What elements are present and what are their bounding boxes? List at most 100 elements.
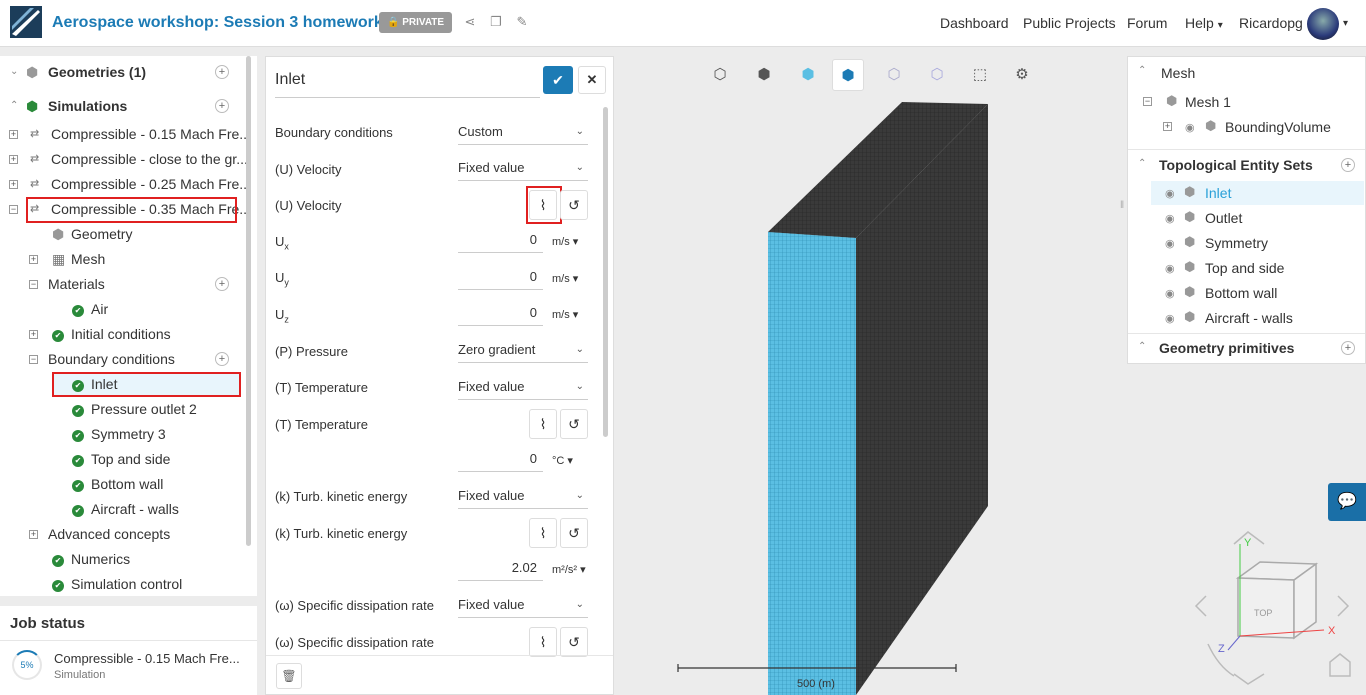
tree-boundary-conditions[interactable]: Boundary conditions <box>48 348 175 370</box>
tree-bc-top-side[interactable]: Top and side <box>91 448 170 470</box>
wireframe-solid-icon[interactable]: ⬢ <box>832 59 864 91</box>
uy-input[interactable]: 0 <box>458 264 543 290</box>
form-scrollbar[interactable] <box>603 107 608 437</box>
omega-type-select[interactable]: Fixed value ⌄ <box>458 592 588 618</box>
entity-set-symmetry[interactable]: Symmetry <box>1205 235 1268 251</box>
uy-unit[interactable]: m/s ▾ <box>552 272 578 285</box>
tree-simulation-control[interactable]: Simulation control <box>71 573 182 595</box>
tree-sim-3[interactable]: Compressible - 0.25 Mach Fre... <box>51 173 251 195</box>
eye-icon[interactable]: ◉ <box>1185 121 1195 134</box>
add-entity-set-button[interactable]: + <box>1341 158 1355 172</box>
bc-name-input[interactable]: Inlet <box>275 71 305 89</box>
box-select-icon[interactable]: ⬚ <box>964 59 996 91</box>
expand-icon[interactable]: + <box>9 130 18 139</box>
expand-icon[interactable]: + <box>1163 122 1172 131</box>
geometry-primitives-title[interactable]: Geometry primitives <box>1159 340 1294 356</box>
tree-simulations[interactable]: Simulations <box>48 95 127 117</box>
delete-icon[interactable]: 🗑 <box>276 663 302 689</box>
reset-icon[interactable]: ↺ <box>560 190 588 220</box>
share-icon[interactable]: ⋖ <box>462 14 478 30</box>
add-simulation-button[interactable]: + <box>215 99 229 113</box>
tree-bc-aircraft-walls[interactable]: Aircraft - walls <box>91 498 179 520</box>
tree-mesh[interactable]: Mesh <box>71 248 105 270</box>
table-input-icon[interactable]: ⌇ <box>529 409 557 439</box>
temperature-type-select[interactable]: Fixed value ⌄ <box>458 374 588 400</box>
outline-view-icon[interactable]: ⬡ <box>921 59 953 91</box>
eye-icon[interactable]: ◉ <box>1165 312 1175 325</box>
reset-icon[interactable]: ↺ <box>560 409 588 439</box>
entity-set-bottom-wall[interactable]: Bottom wall <box>1205 285 1277 301</box>
chevron-up-icon[interactable]: ⌃ <box>1138 158 1146 169</box>
collapse-icon[interactable]: − <box>9 205 18 214</box>
expand-icon[interactable]: + <box>9 180 18 189</box>
nav-help[interactable]: Help ▾ <box>1185 15 1223 31</box>
tree-scrollbar[interactable] <box>246 56 251 546</box>
uz-input[interactable]: 0 <box>458 300 543 326</box>
table-input-icon[interactable]: ⌇ <box>529 627 557 657</box>
tree-air[interactable]: Air <box>91 298 108 320</box>
inlet-face[interactable] <box>768 232 856 695</box>
tree-sim-1[interactable]: Compressible - 0.15 Mach Fre... <box>51 123 251 145</box>
scene-bounding-volume[interactable]: BoundingVolume <box>1225 119 1331 135</box>
entity-set-aircraft-walls[interactable]: Aircraft - walls <box>1205 310 1293 326</box>
confirm-button[interactable]: ✔ <box>543 66 573 94</box>
scene-mesh-title[interactable]: Mesh <box>1161 65 1195 81</box>
orientation-cube[interactable]: TOP Y X Z <box>1188 526 1358 686</box>
tree-initial-conditions[interactable]: Initial conditions <box>71 323 171 345</box>
tree-bc-pressure-outlet[interactable]: Pressure outlet 2 <box>91 398 197 420</box>
ux-input[interactable]: 0 <box>458 227 543 253</box>
tree-advanced-concepts[interactable]: Advanced concepts <box>48 523 170 545</box>
avatar[interactable] <box>1307 8 1339 40</box>
nav-dashboard[interactable]: Dashboard <box>940 15 1009 31</box>
collapse-icon[interactable]: − <box>29 280 38 289</box>
nav-forum[interactable]: Forum <box>1127 15 1167 31</box>
tke-input[interactable]: 2.02 <box>458 555 543 581</box>
eye-icon[interactable]: ◉ <box>1165 287 1175 300</box>
tree-numerics[interactable]: Numerics <box>71 548 130 570</box>
tke-unit[interactable]: m²/s² ▾ <box>552 563 586 576</box>
job-name[interactable]: Compressible - 0.15 Mach Fre... <box>54 651 240 666</box>
temperature-input[interactable]: 0 <box>458 446 543 472</box>
entity-set-outlet[interactable]: Outlet <box>1205 210 1242 226</box>
entity-set-top-side[interactable]: Top and side <box>1205 260 1284 276</box>
chevron-down-icon[interactable]: ⌄ <box>10 61 18 83</box>
add-geometry-button[interactable]: + <box>215 65 229 79</box>
expand-icon[interactable]: + <box>9 155 18 164</box>
chevron-up-icon[interactable]: ⌃ <box>10 95 18 117</box>
expand-icon[interactable]: + <box>29 330 38 339</box>
nav-user[interactable]: Ricardopg <box>1239 15 1303 31</box>
eye-icon[interactable]: ◉ <box>1165 187 1175 200</box>
simscale-logo[interactable] <box>10 6 42 38</box>
tke-type-select[interactable]: Fixed value ⌄ <box>458 483 588 509</box>
ux-unit[interactable]: m/s ▾ <box>552 235 578 248</box>
tree-geometry[interactable]: Geometry <box>71 223 132 245</box>
table-input-icon[interactable]: ⌇ <box>529 518 557 548</box>
topo-sets-title[interactable]: Topological Entity Sets <box>1159 157 1313 173</box>
add-boundary-condition-button[interactable]: + <box>215 352 229 366</box>
collapse-icon[interactable]: − <box>29 355 38 364</box>
eye-icon[interactable]: ◉ <box>1165 237 1175 250</box>
tree-materials[interactable]: Materials <box>48 273 105 295</box>
points-view-icon[interactable]: ⬡ <box>878 59 910 91</box>
nav-public-projects[interactable]: Public Projects <box>1023 15 1116 31</box>
uz-unit[interactable]: m/s ▾ <box>552 308 578 321</box>
velocity-type-select[interactable]: Fixed value ⌄ <box>458 155 588 181</box>
tree-sim-2[interactable]: Compressible - close to the gr... <box>51 148 248 170</box>
expand-icon[interactable]: + <box>29 255 38 264</box>
collapse-icon[interactable]: − <box>1143 97 1152 106</box>
add-material-button[interactable]: + <box>215 277 229 291</box>
add-primitive-button[interactable]: + <box>1341 341 1355 355</box>
view-mode-icon[interactable]: ⬡ <box>704 59 736 91</box>
chevron-up-icon[interactable]: ⌃ <box>1138 341 1146 352</box>
panel-resize-handle[interactable]: ‖ <box>1120 200 1124 211</box>
chevron-up-icon[interactable]: ⌃ <box>1138 65 1146 76</box>
edit-icon[interactable]: ✎ <box>514 14 530 30</box>
tree-bc-bottom-wall[interactable]: Bottom wall <box>91 473 163 495</box>
copy-icon[interactable]: ❐ <box>488 14 504 30</box>
reset-icon[interactable]: ↺ <box>560 518 588 548</box>
transparent-view-icon[interactable]: ⬢ <box>792 59 824 91</box>
close-button[interactable]: ✕ <box>578 66 606 94</box>
reset-icon[interactable]: ↺ <box>560 627 588 657</box>
bc-type-select[interactable]: Custom ⌄ <box>458 119 588 145</box>
tree-bc-symmetry[interactable]: Symmetry 3 <box>91 423 166 445</box>
